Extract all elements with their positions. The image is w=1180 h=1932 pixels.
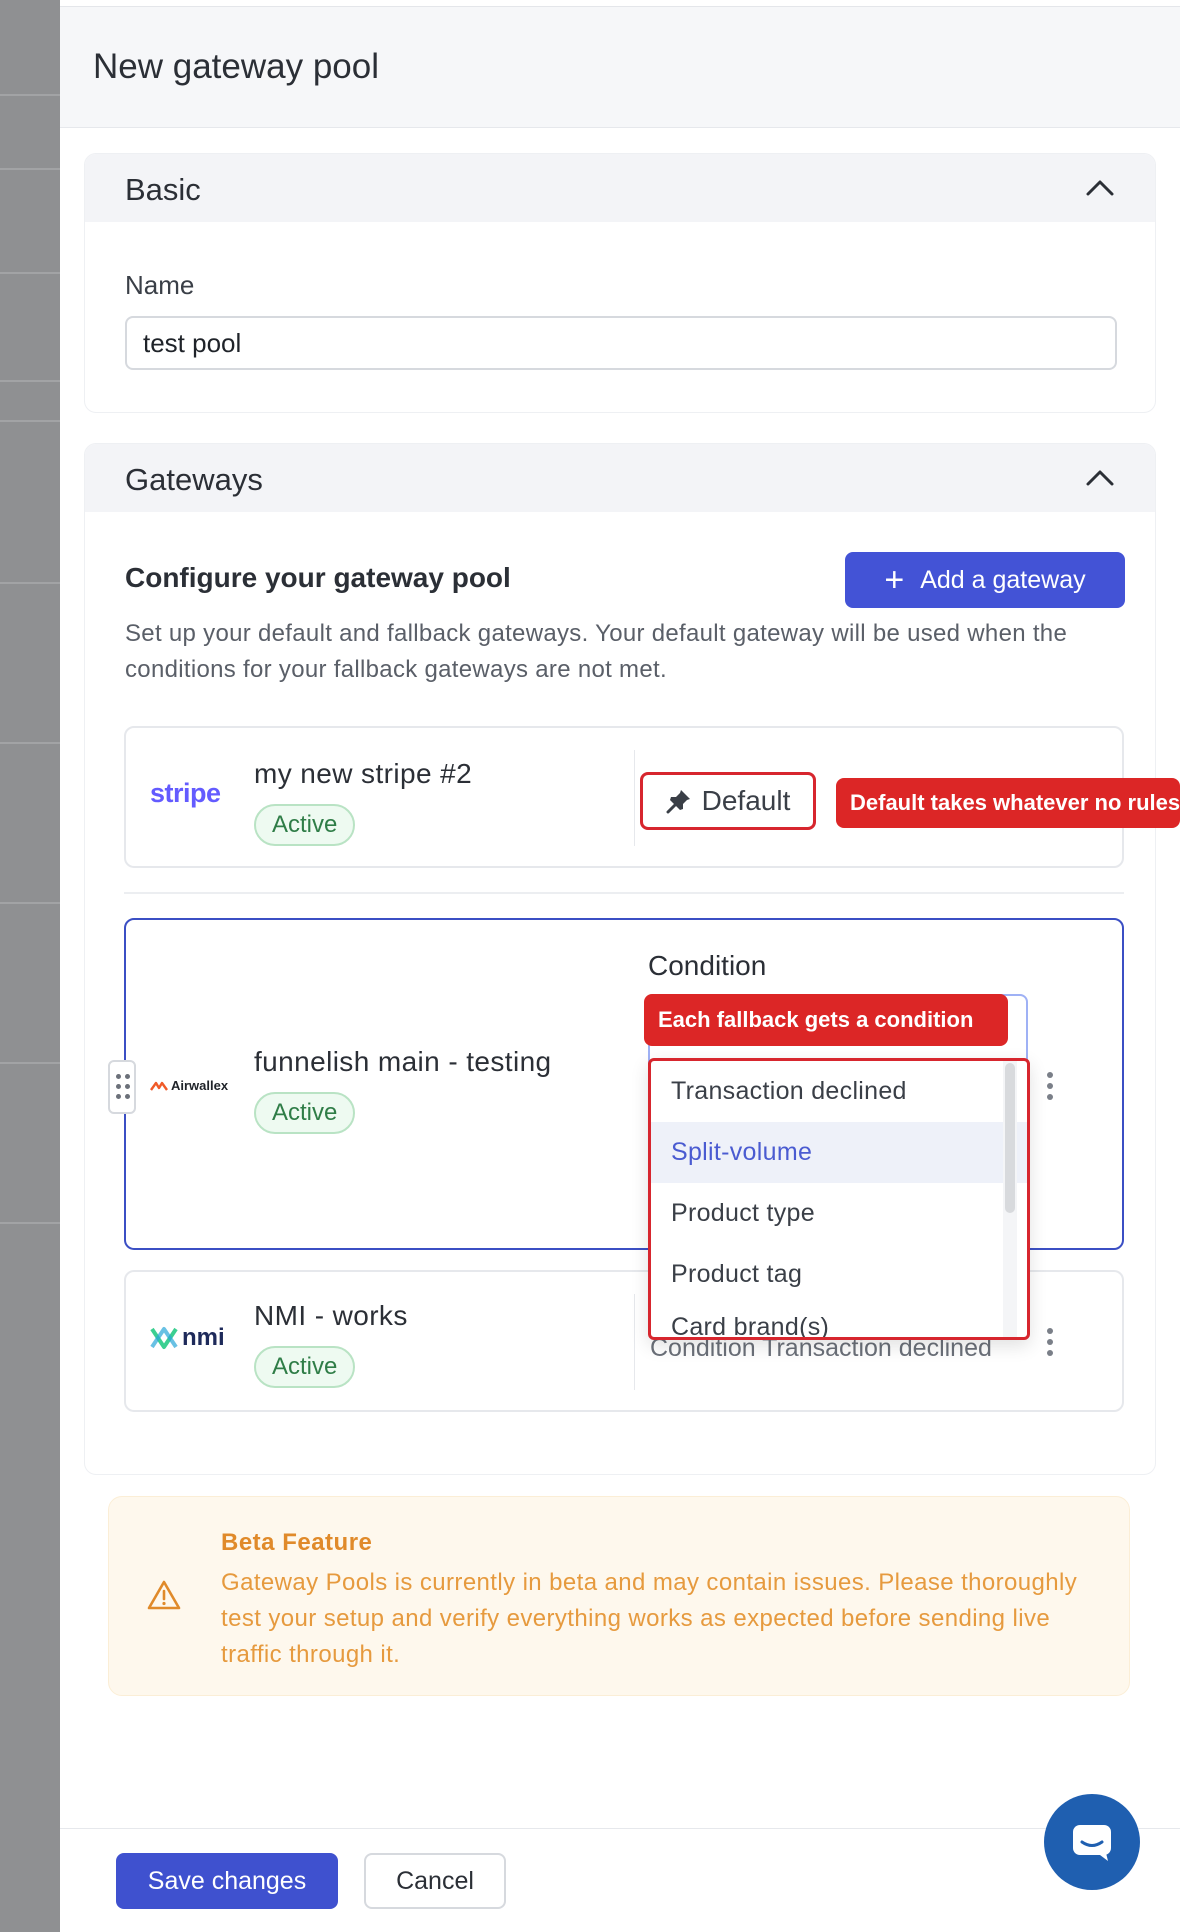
beta-text: Gateway Pools is currently in beta and m… bbox=[221, 1569, 1078, 1668]
beta-notice: Beta Feature Gateway Pools is currently … bbox=[108, 1496, 1130, 1696]
airwallex-logo: Airwallex bbox=[150, 1078, 228, 1093]
condition-option-card-brands[interactable]: Card brand(s) bbox=[651, 1305, 1027, 1337]
status-badge: Active bbox=[254, 1092, 356, 1134]
chat-launcher-button[interactable] bbox=[1044, 1794, 1140, 1890]
condition-option-transaction-declined[interactable]: Transaction declined bbox=[651, 1061, 1027, 1122]
menu-scrollbar[interactable] bbox=[1005, 1063, 1015, 1213]
status-badge: Active bbox=[254, 1346, 356, 1388]
add-gateway-button[interactable]: + Add a gateway bbox=[845, 552, 1125, 608]
status-badge: Active bbox=[254, 804, 356, 846]
add-gateway-label: Add a gateway bbox=[920, 565, 1086, 594]
basic-section-title: Basic bbox=[125, 172, 201, 207]
gateways-section-title: Gateways bbox=[125, 462, 263, 497]
basic-section: Basic Name bbox=[84, 153, 1156, 413]
gateways-section-header[interactable]: Gateways bbox=[85, 444, 1155, 512]
drag-handle-icon[interactable] bbox=[108, 1060, 136, 1114]
gateways-description: Set up your default and fallback gateway… bbox=[125, 620, 1068, 683]
airwallex-mark-icon bbox=[150, 1081, 168, 1091]
card-divider bbox=[634, 750, 635, 846]
name-label: Name bbox=[125, 270, 195, 300]
chevron-up-icon[interactable] bbox=[1085, 466, 1115, 490]
plus-icon: + bbox=[884, 561, 905, 599]
gateway-divider bbox=[124, 892, 1124, 894]
page-backdrop bbox=[0, 0, 60, 1932]
pin-icon bbox=[666, 790, 690, 814]
gateway-name: NMI - works bbox=[254, 1300, 408, 1331]
kebab-icon[interactable] bbox=[1046, 1328, 1054, 1361]
save-changes-button[interactable]: Save changes bbox=[116, 1853, 338, 1909]
chevron-up-icon[interactable] bbox=[1085, 176, 1115, 200]
warning-icon bbox=[147, 1580, 181, 1610]
default-label: Default bbox=[701, 785, 791, 816]
condition-option-split-volume[interactable]: Split-volume bbox=[651, 1122, 1027, 1183]
nmi-logo: nmi bbox=[150, 1324, 225, 1352]
kebab-icon[interactable] bbox=[1046, 1072, 1054, 1105]
page-title: New gateway pool bbox=[93, 47, 379, 86]
beta-title: Beta Feature bbox=[221, 1529, 373, 1556]
stripe-logo: stripe bbox=[150, 778, 221, 808]
basic-section-header[interactable]: Basic bbox=[85, 154, 1155, 222]
default-annotation-callout: Default takes whatever no rules bbox=[836, 778, 1180, 828]
drawer-header: New gateway pool bbox=[60, 7, 1180, 128]
condition-annotation-callout: Each fallback gets a condition bbox=[644, 994, 1008, 1046]
condition-option-product-tag[interactable]: Product tag bbox=[651, 1244, 1027, 1305]
gateway-name: my new stripe #2 bbox=[254, 758, 473, 789]
gateway-name: funnelish main - testing bbox=[254, 1046, 552, 1077]
condition-dropdown-menu: Transaction declined Split-volume Produc… bbox=[648, 1058, 1030, 1340]
cancel-button[interactable]: Cancel bbox=[364, 1853, 506, 1909]
configure-title: Configure your gateway pool bbox=[125, 562, 511, 593]
condition-option-product-type[interactable]: Product type bbox=[651, 1183, 1027, 1244]
drawer-footer: Save changes Cancel bbox=[60, 1828, 1180, 1932]
card-divider bbox=[634, 1294, 635, 1390]
condition-label: Condition bbox=[648, 950, 767, 981]
nmi-mark-icon bbox=[150, 1327, 178, 1349]
default-role-button[interactable]: Default bbox=[640, 772, 816, 830]
chat-icon bbox=[1073, 1825, 1111, 1861]
name-input[interactable] bbox=[125, 316, 1117, 370]
